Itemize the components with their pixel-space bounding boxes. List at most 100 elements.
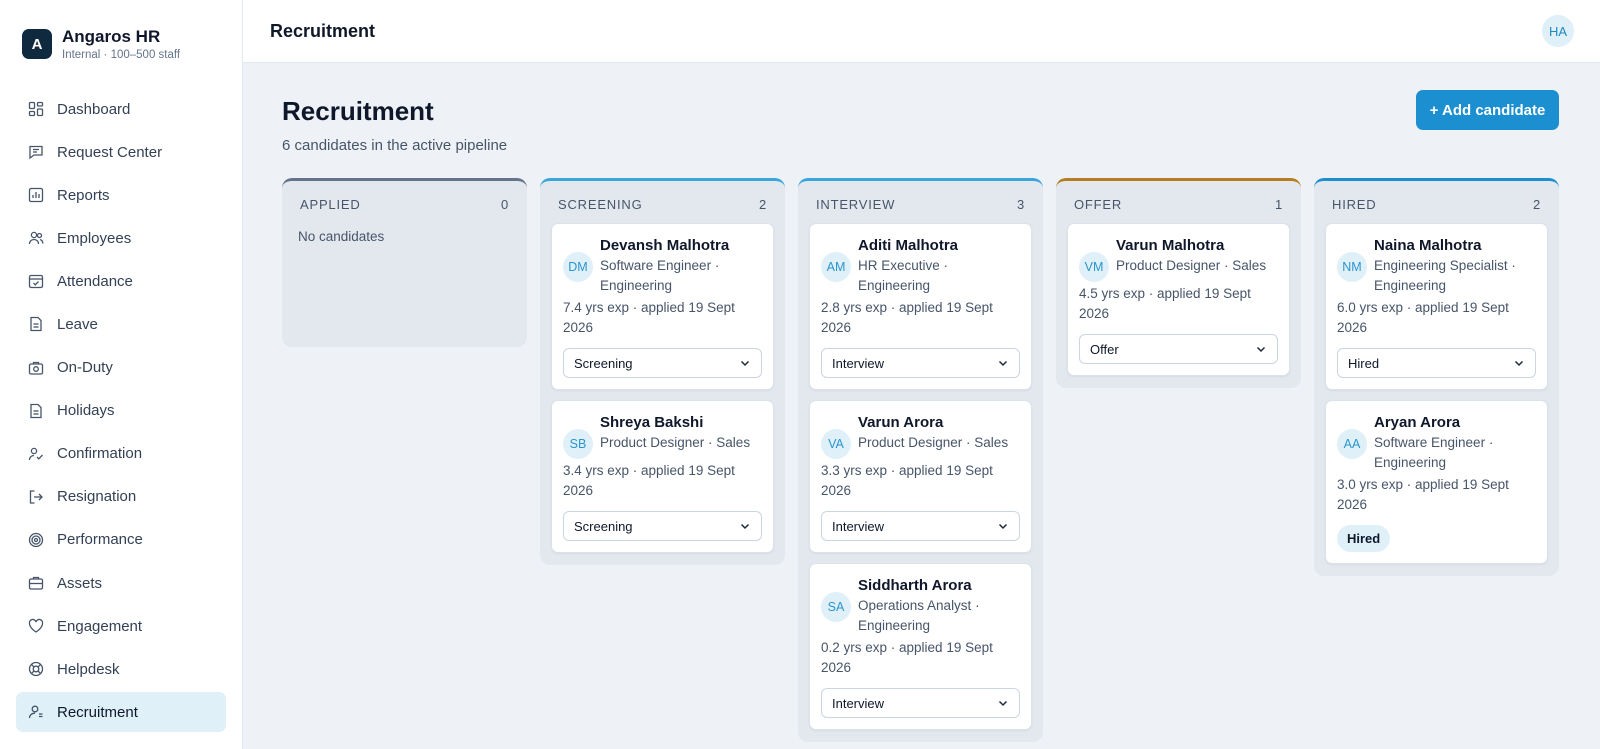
document-icon [28,403,44,419]
column-offer: OFFER 1 VM Varun Malhotra Product Designe… [1056,178,1301,388]
stage-select[interactable]: Interview [821,348,1020,378]
heart-icon [28,618,44,634]
avatar: DM [563,252,593,282]
sidebar-item-helpdesk[interactable]: Helpdesk [16,649,226,689]
candidate-experience: 7.4 yrs exp · applied 19 Sept 2026 [563,300,735,335]
sidebar-item-holidays[interactable]: Holidays [16,391,226,431]
avatar: SA [821,592,851,622]
candidate-experience: 3.4 yrs exp · applied 19 Sept 2026 [563,463,735,498]
sidebar-item-on-duty[interactable]: On-Duty [16,348,226,388]
topbar: Recruitment HA [243,0,1600,63]
sidebar-item-label: Confirmation [57,445,143,463]
candidate-name: Aditi Malhotra [858,237,958,254]
candidate-name: Aryan Arora [1374,414,1461,431]
candidate-experience: 6.0 yrs exp · applied 19 Sept 2026 [1337,300,1509,335]
stage-select[interactable]: Interview [821,511,1020,541]
candidate-name: Varun Arora [858,414,944,431]
stage-select-value: Hired [1348,355,1380,371]
user-avatar[interactable]: HA [1542,15,1574,47]
empty-state: No candidates [298,229,385,244]
sidebar-item-label: Holidays [57,402,115,420]
sidebar-item-label: Reports [57,186,110,204]
candidate-experience: 2.8 yrs exp · applied 19 Sept 2026 [821,300,993,335]
avatar: SB [563,429,593,459]
candidate-experience: 3.0 yrs exp · applied 19 Sept 2026 [1337,477,1509,512]
chevron-down-icon [998,360,1008,367]
brand-name: Angaros HR [62,27,161,46]
column-count: 0 [500,197,509,212]
column-interview: INTERVIEW 3 AM Aditi Malhotra HR Executiv… [798,178,1043,742]
sidebar-item-leave[interactable]: Leave [16,304,226,344]
candidate-name: Siddharth Arora [858,577,972,594]
sidebar-item-request-center[interactable]: Request Center [16,132,226,172]
candidate-card[interactable]: AM Aditi Malhotra HR Executive · Enginee… [809,223,1032,390]
stage-select-value: Interview [832,518,885,534]
page-subtitle: 6 candidates in the active pipeline [282,137,508,154]
candidate-card[interactable]: AA Aryan Arora Software Engineer · Engin… [1325,400,1548,564]
candidate-name: Devansh Malhotra [600,237,730,254]
avatar: NM [1337,252,1367,282]
column-title: SCREENING [558,197,643,212]
candidate-card[interactable]: SB Shreya Bakshi Product Designer · Sale… [551,400,774,553]
target-icon [28,532,44,548]
stage-select-value: Offer [1090,341,1119,357]
candidate-card[interactable]: SA Siddharth Arora Operations Analyst · … [809,563,1032,730]
candidate-role: HR Executive · Engineering [858,258,949,293]
sidebar-item-label: Attendance [57,272,133,290]
column-count: 1 [1274,197,1283,212]
stage-select[interactable]: Screening [563,511,762,541]
stage-select-value: Interview [832,695,885,711]
sidebar-item-dashboard[interactable]: Dashboard [16,89,226,129]
add-candidate-button[interactable]: + Add candidate [1416,90,1559,130]
candidate-card[interactable]: DM Devansh Malhotra Software Engineer · … [551,223,774,390]
stage-select[interactable]: Offer [1079,334,1278,364]
sidebar-item-assets[interactable]: Assets [16,563,226,603]
sidebar-item-label: Leave [57,315,98,333]
user-check-icon [28,446,44,462]
sidebar-item-label: Dashboard [57,100,131,118]
candidate-card[interactable]: NM Naina Malhotra Engineering Specialist… [1325,223,1548,390]
avatar: VA [821,429,851,459]
column-count: 2 [758,197,767,212]
candidate-role: Product Designer · Sales [858,435,1009,450]
column-hired: HIRED 2 NM Naina Malhotra Engineering Spe… [1314,178,1559,576]
sidebar-item-reports[interactable]: Reports [16,175,226,215]
chevron-down-icon [740,523,750,530]
stage-select[interactable]: Screening [563,348,762,378]
brand[interactable]: A Angaros HR Internal · 100–500 staff [22,27,180,61]
sidebar-item-label: Recruitment [57,703,138,721]
sidebar-item-performance[interactable]: Performance [16,520,226,560]
sidebar-item-engagement[interactable]: Engagement [16,606,226,646]
candidate-role: Engineering Specialist · Engineering [1374,258,1516,293]
candidate-experience: 4.5 yrs exp · applied 19 Sept 2026 [1079,286,1251,321]
sidebar-item-confirmation[interactable]: Confirmation [16,434,226,474]
chevron-down-icon [1256,346,1266,353]
sidebar-item-label: Assets [57,574,103,592]
topbar-title: Recruitment [270,21,376,41]
candidate-role: Software Engineer · Engineering [600,258,720,293]
briefcase-clock-icon [28,360,44,376]
avatar: AA [1337,429,1367,459]
stage-select[interactable]: Hired [1337,348,1536,378]
candidate-role: Operations Analyst · Engineering [858,598,980,633]
candidate-role: Product Designer · Sales [1116,258,1267,273]
sidebar-item-label: Engagement [57,617,143,635]
sidebar-item-label: Employees [57,229,132,247]
logout-icon [28,489,44,505]
sidebar-nav: Dashboard Request Center Reports Employe… [16,89,226,735]
chevron-down-icon [998,700,1008,707]
column-title: INTERVIEW [816,197,896,212]
sidebar-item-attendance[interactable]: Attendance [16,261,226,301]
candidate-card[interactable]: VA Varun Arora Product Designer · Sales … [809,400,1032,553]
candidate-role: Software Engineer · Engineering [1374,435,1494,470]
chart-icon [28,187,44,203]
sidebar-item-employees[interactable]: Employees [16,218,226,258]
stage-select[interactable]: Interview [821,688,1020,718]
sidebar-item-recruitment[interactable]: Recruitment [16,692,226,733]
candidate-card[interactable]: VM Varun Malhotra Product Designer · Sal… [1067,223,1290,376]
sidebar-item-resignation[interactable]: Resignation [16,477,226,517]
column-screening: SCREENING 2 DM Devansh Malhotra Software … [540,178,785,565]
avatar: AM [821,252,851,282]
column-title: OFFER [1074,197,1123,212]
candidate-name: Shreya Bakshi [600,414,704,431]
